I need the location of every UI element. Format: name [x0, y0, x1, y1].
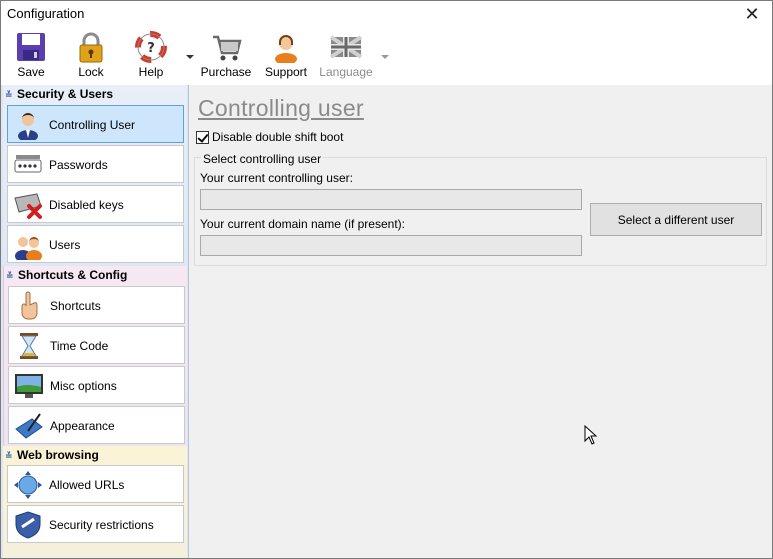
- current-user-label: Your current controlling user:: [200, 171, 353, 185]
- sidebar-item-appearance[interactable]: Appearance: [8, 406, 185, 444]
- support-label: Support: [264, 65, 308, 79]
- svg-text:?: ?: [147, 41, 155, 56]
- sidebar-item-label: Controlling User: [49, 118, 136, 132]
- hand-pointer-icon: [21, 291, 38, 320]
- sidebar-item-label: Allowed URLs: [49, 478, 125, 492]
- uk-flag-icon: [330, 35, 362, 59]
- checkbox-label: Disable double shift boot: [212, 130, 344, 144]
- group-legend: Select controlling user: [201, 152, 324, 166]
- sidebar-item-misc-options[interactable]: Misc options: [8, 366, 185, 404]
- current-user-field[interactable]: [200, 189, 582, 210]
- sidebar-item-controlling-user[interactable]: Controlling User: [7, 105, 184, 143]
- page-title: Controlling user: [198, 95, 364, 121]
- purchase-button[interactable]: Purchase: [198, 29, 254, 83]
- sidebar-item-shortcuts[interactable]: Shortcuts: [8, 286, 185, 324]
- sidebar-item-label: Misc options: [50, 379, 117, 393]
- disable-double-shift-checkbox[interactable]: Disable double shift boot: [196, 129, 343, 145]
- sidebar-item-allowed-urls[interactable]: Allowed URLs: [7, 465, 184, 503]
- sidebar-item-label: Disabled keys: [49, 198, 124, 212]
- select-controlling-user-group: Select controlling user Your current con…: [194, 152, 767, 266]
- language-button[interactable]: Language: [318, 29, 374, 83]
- lock-label: Lock: [78, 65, 104, 79]
- configuration-window: Configuration ✕ Save Lock ? Help Purchas…: [0, 0, 773, 559]
- keyboard-disabled-icon: [14, 193, 42, 219]
- sidebar-item-users[interactable]: Users: [7, 225, 184, 263]
- mouse-cursor-icon: [584, 425, 598, 445]
- checkbox-checked-icon[interactable]: [196, 130, 209, 144]
- padlock-icon: [79, 32, 103, 63]
- select-different-user-button[interactable]: Select a different user: [590, 203, 762, 236]
- sidebar-item-label: Users: [49, 238, 81, 252]
- help-dropdown-arrow-icon[interactable]: [186, 55, 194, 59]
- collapse-chevron-icon: ≚: [5, 90, 13, 100]
- sidebar-item-label: Shortcuts: [50, 299, 101, 313]
- sidebar-item-security-restrictions[interactable]: Security restrictions: [7, 505, 184, 543]
- group-header-shortcuts-config[interactable]: ≚ Shortcuts & Config: [6, 268, 127, 284]
- group-header-web-browsing[interactable]: ≚ Web browsing: [5, 448, 99, 464]
- monitor-landscape-icon: [15, 374, 43, 398]
- close-button[interactable]: ✕: [732, 1, 772, 27]
- domain-label: Your current domain name (if present):: [200, 217, 405, 231]
- sidebar-item-label: Passwords: [49, 158, 108, 172]
- users-icon: [15, 237, 42, 260]
- pen-tablet-icon: [15, 413, 43, 439]
- support-agent-icon: [275, 35, 297, 63]
- password-keys-icon: [14, 155, 42, 173]
- domain-field[interactable]: [200, 235, 582, 256]
- lock-button[interactable]: Lock: [63, 29, 119, 83]
- floppy-disk-icon: [17, 33, 45, 61]
- main-panel: Controlling user Disable double shift bo…: [190, 85, 772, 558]
- group-shortcuts-config: ≚ Shortcuts & Config Shortcuts Time Code: [3, 266, 187, 446]
- shield-icon: [15, 511, 41, 539]
- group-title: Shortcuts & Config: [18, 268, 128, 282]
- language-label: Language: [319, 65, 373, 79]
- save-button[interactable]: Save: [3, 29, 59, 83]
- group-web-browsing: ≚ Web browsing Allowed URLs Security rest…: [3, 446, 187, 558]
- collapse-chevron-icon: ≚: [5, 451, 13, 461]
- language-dropdown-arrow-icon[interactable]: [381, 55, 389, 59]
- sidebar-item-disabled-keys[interactable]: Disabled keys: [7, 185, 184, 223]
- hourglass-icon: [20, 333, 38, 359]
- save-label: Save: [17, 65, 45, 79]
- toolbar: Save Lock ? Help Purchase Support Langua…: [1, 27, 772, 85]
- group-header-security-users[interactable]: ≚ Security & Users: [5, 87, 113, 103]
- group-security-users: ≚ Security & Users Controlling User Passw…: [3, 85, 187, 265]
- shopping-cart-icon: [213, 35, 242, 61]
- sidebar-item-time-code[interactable]: Time Code: [8, 326, 185, 364]
- window-title: Configuration: [7, 6, 85, 21]
- collapse-chevron-icon: ≚: [6, 271, 14, 281]
- sidebar: ≚ Security & Users Controlling User Passw…: [1, 85, 189, 558]
- help-label: Help: [138, 65, 164, 79]
- sidebar-item-label: Time Code: [50, 339, 109, 353]
- sidebar-item-label: Appearance: [50, 419, 115, 433]
- sidebar-item-passwords[interactable]: Passwords: [7, 145, 184, 183]
- user-tie-icon: [18, 113, 38, 140]
- group-title: Web browsing: [17, 448, 99, 462]
- support-button[interactable]: Support: [258, 29, 314, 83]
- group-title: Security & Users: [17, 87, 114, 101]
- purchase-label: Purchase: [200, 65, 252, 79]
- lifebuoy-icon: ?: [135, 31, 167, 63]
- sidebar-item-label: Security restrictions: [49, 518, 154, 532]
- globe-arrows-icon: [14, 471, 42, 499]
- help-button[interactable]: ? Help: [123, 29, 179, 83]
- title-bar: Configuration ✕: [1, 1, 772, 27]
